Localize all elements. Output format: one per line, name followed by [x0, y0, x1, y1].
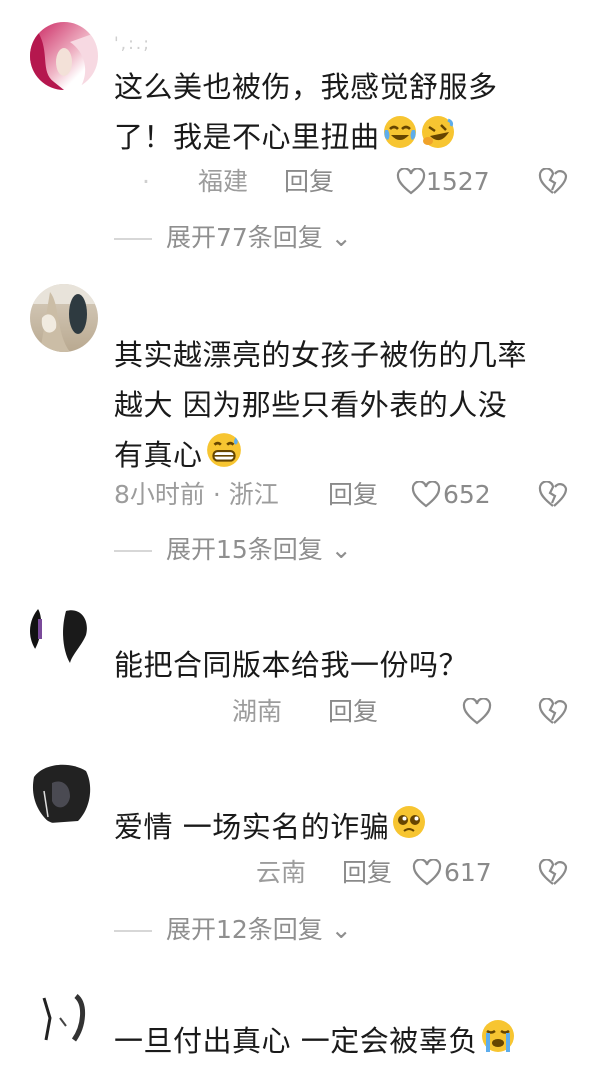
expand-divider — [114, 238, 152, 240]
expand-replies-button[interactable]: 展开15条回复 ⌄ — [166, 530, 352, 570]
broken-heart-icon[interactable] — [538, 859, 568, 887]
like-count: 617 — [444, 858, 492, 887]
reply-button[interactable]: 回复 — [284, 162, 334, 202]
reply-button[interactable]: 回复 — [328, 475, 378, 515]
comment-meta: 云南 回复 617 — [114, 853, 568, 893]
comment-text-line: 这么美也被伤，我感觉舒服多 — [114, 70, 498, 104]
heart-icon[interactable] — [411, 481, 441, 509]
comment-text: 其实越漂亮的女孩子被伤的几率 越大 因为那些只看外表的人没 有真心 — [114, 330, 574, 484]
location-label: 福建 — [198, 167, 249, 196]
location-label: 云南 — [256, 858, 307, 887]
rofl-emoji — [420, 114, 456, 165]
avatar[interactable] — [30, 978, 98, 1046]
broken-heart-icon[interactable] — [538, 698, 568, 726]
meta-prefix: 湖南 — [232, 697, 283, 726]
chevron-down-icon: ⌄ — [330, 915, 352, 944]
avatar[interactable] — [30, 597, 98, 665]
comment-text-line: 越大 因为那些只看外表的人没 — [114, 388, 508, 422]
chevron-down-icon: ⌄ — [330, 223, 352, 252]
avatar-image — [42, 994, 85, 1042]
comment-text-line: 能把合同版本给我一份吗？ — [114, 648, 469, 682]
expand-divider — [114, 550, 152, 552]
like-count: 652 — [443, 480, 491, 509]
chevron-down-icon: ⌄ — [330, 535, 352, 564]
loudly-crying-emoji — [480, 1018, 516, 1069]
expand-replies-button[interactable]: 展开12条回复 ⌄ — [166, 910, 352, 950]
avatar[interactable] — [30, 284, 98, 352]
comment-text: 爱情 一场实名的诈骗 — [114, 802, 574, 855]
comment-text: 一旦付出真心 一定会被辜负 — [114, 1016, 574, 1069]
avatar-image — [30, 605, 87, 663]
meta-prefix: · — [142, 167, 152, 196]
avatar-image — [32, 764, 91, 823]
heart-icon[interactable] — [396, 168, 426, 196]
broken-heart-icon[interactable] — [538, 168, 568, 196]
heart-icon[interactable] — [462, 698, 492, 726]
avatar-image — [30, 22, 98, 90]
like-count: 1527 — [426, 167, 490, 196]
username[interactable]: ',:.; — [114, 34, 151, 54]
comment-text-line: 爱情 一场实名的诈骗 — [114, 802, 574, 855]
comment-text-line: 了！我是不心里扭曲 — [114, 112, 574, 165]
expand-replies-button[interactable]: 展开77条回复 ⌄ — [166, 218, 352, 258]
reply-button[interactable]: 回复 — [328, 692, 378, 732]
avatar-image — [30, 284, 98, 352]
time-location: 8小时前 · 浙江 — [114, 480, 279, 509]
pleading-emoji — [391, 804, 427, 855]
heart-icon[interactable] — [412, 859, 442, 887]
avatar[interactable] — [30, 22, 98, 90]
comment-text: 这么美也被伤，我感觉舒服多 了！我是不心里扭曲 — [114, 62, 574, 165]
avatar[interactable] — [30, 757, 98, 825]
comment-text: 能把合同版本给我一份吗？ — [114, 640, 574, 690]
comment-meta: 湖南 回复 — [114, 692, 568, 732]
expand-divider — [114, 930, 152, 932]
comment-meta: 8小时前 · 浙江 回复 652 — [114, 475, 568, 515]
comment-text-line: 一旦付出真心 一定会被辜负 — [114, 1016, 574, 1069]
broken-heart-icon[interactable] — [538, 481, 568, 509]
crying-laughing-emoji — [382, 114, 418, 165]
comment-text-line: 其实越漂亮的女孩子被伤的几率 — [114, 338, 528, 372]
reply-button[interactable]: 回复 — [342, 853, 392, 893]
comment-meta: · 福建 回复 1527 — [114, 162, 568, 202]
